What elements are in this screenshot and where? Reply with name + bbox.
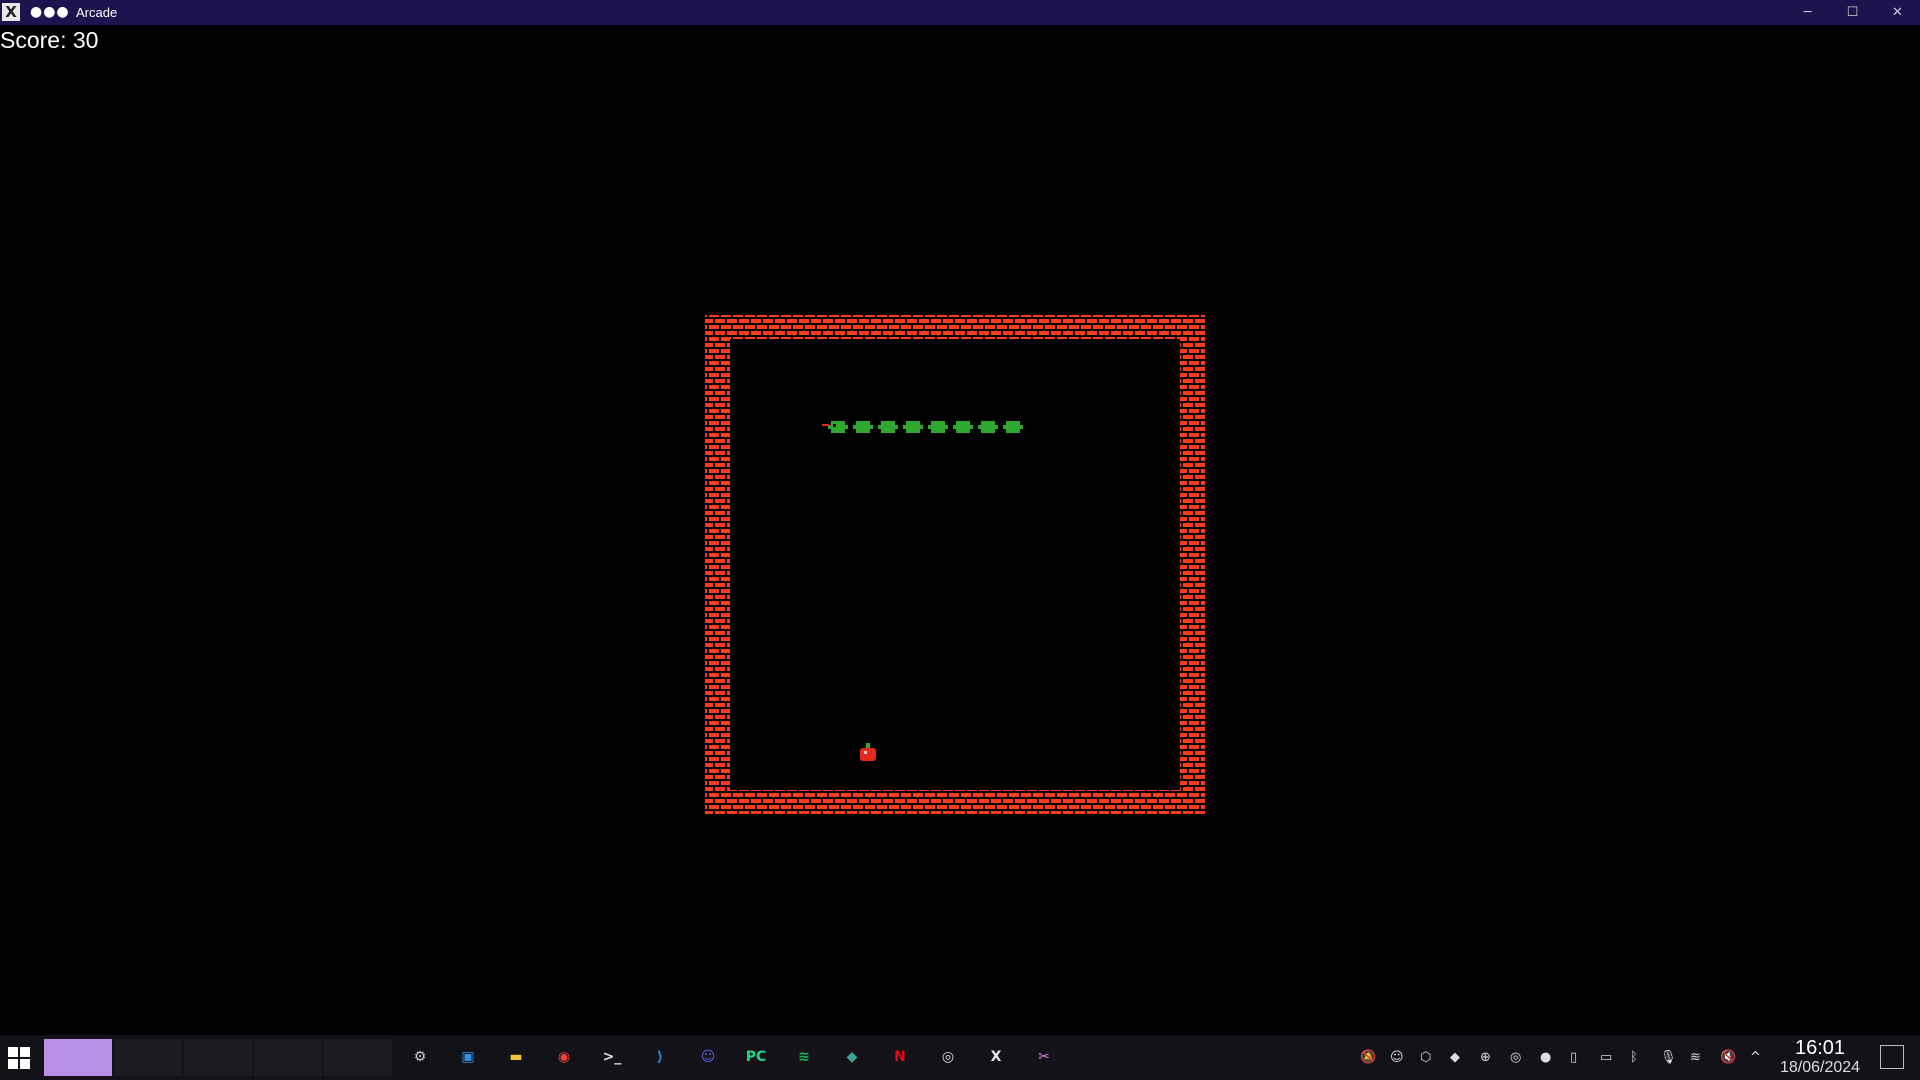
- store-icon[interactable]: ▣: [452, 1041, 484, 1073]
- wall-bottom: [705, 790, 1205, 814]
- wifi-icon[interactable]: ≋: [1690, 1050, 1701, 1065]
- file-explorer-icon[interactable]: ▬: [500, 1041, 532, 1073]
- game-canvas[interactable]: [0, 0, 1920, 1035]
- snake-segment: [978, 421, 998, 433]
- spotify-icon[interactable]: ≋: [788, 1041, 820, 1073]
- record-tray-icon[interactable]: ●: [1540, 1050, 1551, 1065]
- snipping-tool-icon[interactable]: ✂: [1028, 1041, 1060, 1073]
- clock-time[interactable]: 16:01: [1776, 1037, 1864, 1060]
- upload-tray-icon[interactable]: ⊕: [1480, 1050, 1491, 1065]
- pycharm-icon[interactable]: PC: [740, 1041, 772, 1073]
- snake-head: [822, 421, 848, 433]
- snake-segment: [1003, 421, 1023, 433]
- virtual-desktop-2[interactable]: [114, 1039, 182, 1076]
- apple-food: [860, 743, 876, 761]
- show-desktop-button[interactable]: [1880, 1045, 1904, 1069]
- wall-right: [1180, 339, 1205, 790]
- arcade-app-icon[interactable]: X: [980, 1041, 1012, 1073]
- box-tray-icon[interactable]: ⬡: [1420, 1050, 1431, 1065]
- app-diamond-icon[interactable]: ◆: [836, 1041, 868, 1073]
- mic-muted-icon[interactable]: 🎙: [1660, 1050, 1677, 1065]
- cube-tray-icon[interactable]: ◆: [1450, 1050, 1460, 1065]
- virtual-desktop-3[interactable]: [184, 1039, 252, 1076]
- obs-icon[interactable]: ◎: [932, 1041, 964, 1073]
- windows-logo-icon: [8, 1047, 30, 1069]
- start-button[interactable]: [8, 1047, 30, 1069]
- snake-segment: [853, 421, 873, 433]
- bluetooth-icon[interactable]: ᛒ: [1630, 1050, 1638, 1065]
- chrome-icon[interactable]: ◉: [548, 1041, 580, 1073]
- virtual-desktop-4[interactable]: [254, 1039, 322, 1076]
- wall-left: [705, 339, 730, 790]
- snake-segment: [953, 421, 973, 433]
- terminal-icon[interactable]: >_: [596, 1041, 628, 1073]
- volume-muted-icon[interactable]: 🔇: [1720, 1050, 1736, 1065]
- apple-body: [860, 748, 876, 761]
- wall-top: [705, 315, 1205, 339]
- snake-segment: [878, 421, 898, 433]
- clipboard-tray-icon[interactable]: ▯: [1570, 1050, 1577, 1065]
- virtual-desktop-1[interactable]: [44, 1039, 112, 1076]
- snake-segment: [903, 421, 923, 433]
- virtual-desktop-5[interactable]: [324, 1039, 392, 1076]
- discord-tray-icon[interactable]: ☺: [1390, 1050, 1404, 1065]
- battery-tray-icon[interactable]: ▭: [1600, 1050, 1612, 1065]
- show-hidden-icons-chevron[interactable]: ^: [1750, 1050, 1761, 1065]
- vscode-icon[interactable]: ⟩: [644, 1041, 676, 1073]
- snake-segment: [928, 421, 948, 433]
- apple-shine: [864, 751, 867, 754]
- obs-tray-icon[interactable]: ◎: [1510, 1050, 1521, 1065]
- netflix-icon[interactable]: N: [884, 1041, 916, 1073]
- notification-off-icon[interactable]: 🔕: [1360, 1050, 1376, 1065]
- apple-leaf: [866, 743, 870, 748]
- discord-icon[interactable]: ☺: [692, 1041, 724, 1073]
- settings-icon[interactable]: ⚙: [404, 1041, 436, 1073]
- brick-wall: [705, 315, 1205, 814]
- snake: [822, 421, 1023, 433]
- clock-date[interactable]: 18/06/2024: [1770, 1059, 1870, 1077]
